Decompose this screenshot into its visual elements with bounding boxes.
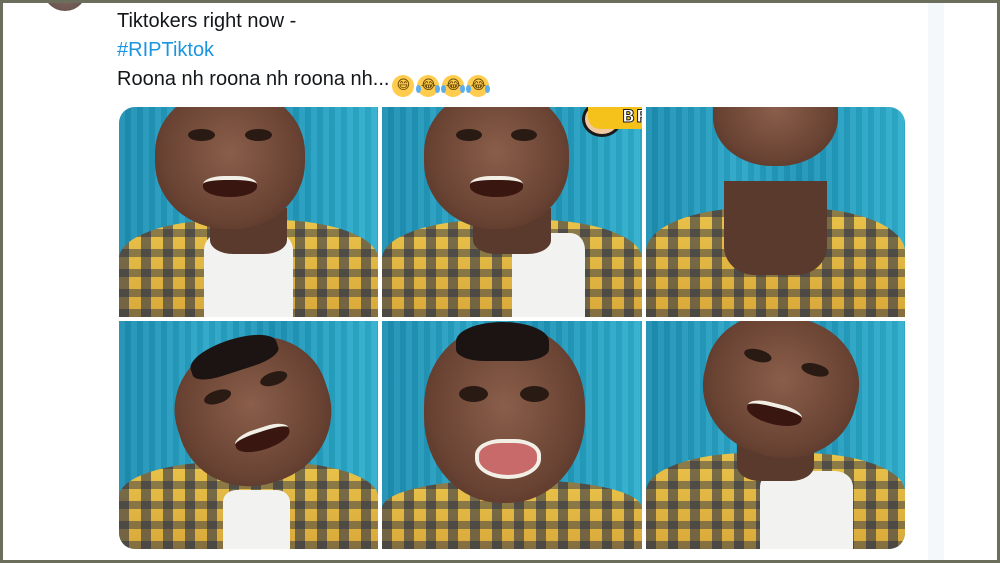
mouth (744, 396, 804, 431)
eye (455, 129, 482, 142)
screenshot-frame: Tiktokers right now - #RIPTiktok Roona n… (3, 3, 997, 560)
mouth (203, 176, 258, 197)
hashtag-link[interactable]: #RIPTiktok (117, 39, 214, 61)
right-sidebar (930, 3, 997, 560)
tweet-line-1: Tiktokers right now - (117, 10, 297, 32)
tweet-line-3-text: Roona nh roona nh roona nh... (117, 68, 390, 90)
photo-1[interactable] (119, 107, 378, 317)
photo-4[interactable] (119, 321, 378, 549)
tears-of-joy-emoji: 😂 (466, 75, 491, 97)
tweet-card[interactable]: Tiktokers right now - #RIPTiktok Roona n… (3, 3, 928, 560)
grinning-face-emoji: 😄 (392, 75, 415, 97)
tears-of-joy-emoji: 😂 (416, 75, 441, 97)
eye (520, 386, 550, 402)
eye (202, 386, 234, 408)
vest (222, 489, 290, 549)
face (713, 107, 838, 166)
eye (742, 346, 774, 366)
bro-sticker: BRO (588, 107, 642, 129)
face (423, 107, 570, 229)
eye (510, 129, 538, 142)
user-avatar[interactable] (43, 3, 87, 11)
mouth (470, 176, 523, 197)
neck (723, 180, 828, 275)
mouth (232, 420, 293, 458)
tweet-text: Tiktokers right now - #RIPTiktok Roona n… (117, 7, 491, 97)
photo-2[interactable]: BRO (382, 107, 642, 317)
photo-3[interactable] (646, 107, 905, 317)
eye (800, 360, 831, 380)
media-grid[interactable]: BRO (119, 107, 905, 549)
photo-6[interactable] (646, 321, 905, 549)
face (423, 322, 585, 504)
sidebar-panel (944, 3, 997, 560)
vest (759, 471, 854, 549)
tweet-line-3: Roona nh roona nh roona nh... 😄 😂 😂 😂 (117, 65, 491, 97)
tears-of-joy-emoji: 😂 (441, 75, 466, 97)
mouth (475, 439, 542, 480)
eye (188, 129, 216, 142)
eye (459, 386, 489, 402)
photo-5[interactable] (382, 321, 642, 549)
eye (245, 129, 273, 142)
hair (455, 322, 550, 362)
eye (258, 368, 290, 390)
face (688, 321, 874, 475)
